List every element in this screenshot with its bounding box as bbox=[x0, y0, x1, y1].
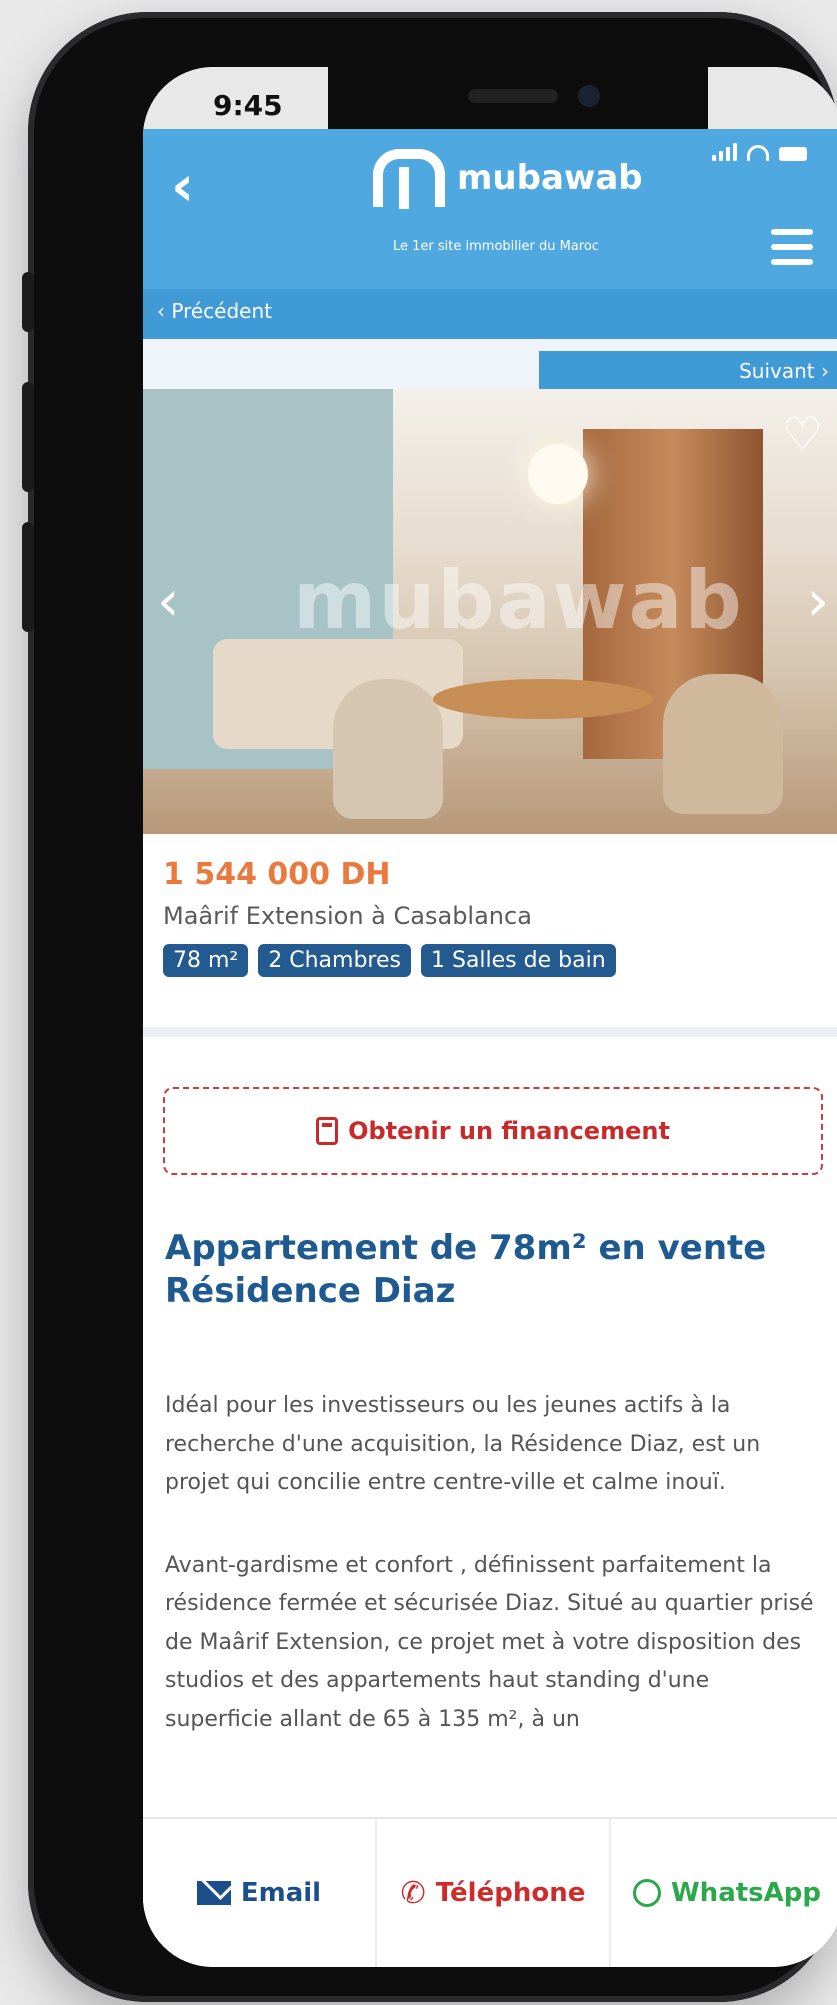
description-paragraph: Avant-gardisme et confort , définissent … bbox=[165, 1552, 814, 1732]
photo-chair-left bbox=[333, 679, 443, 819]
photo-next-arrow-icon[interactable]: › bbox=[807, 569, 829, 634]
chevron-left-icon: ‹ bbox=[157, 299, 172, 323]
logo-text: mubawab bbox=[457, 158, 643, 198]
email-label: Email bbox=[240, 1878, 322, 1908]
battery-icon bbox=[779, 147, 807, 161]
photo-watermark: mubawab bbox=[293, 554, 744, 647]
listing-location: Maârif Extension à Casablanca bbox=[163, 902, 532, 930]
listing-price: 1 544 000 DH bbox=[163, 857, 391, 892]
phone-frame: 9:45 ‹ mubawab Le 1er site immobilier du… bbox=[22, 12, 837, 2002]
tag-bathrooms: 1 Salles de bain bbox=[420, 944, 616, 977]
envelope-icon bbox=[196, 1881, 231, 1905]
favorite-heart-icon[interactable]: ♡ bbox=[782, 407, 823, 461]
whatsapp-icon bbox=[633, 1879, 661, 1907]
phone-screen: 9:45 ‹ mubawab Le 1er site immobilier du… bbox=[143, 67, 837, 1967]
app-header: ‹ mubawab Le 1er site immobilier du Maro… bbox=[143, 129, 837, 289]
photo-chair-right bbox=[663, 674, 783, 814]
description-paragraph: Idéal pour les investisseurs ou les jeun… bbox=[165, 1393, 761, 1495]
phone-icon: ✆ bbox=[400, 1875, 426, 1911]
previous-link[interactable]: ‹ Précédent bbox=[143, 289, 837, 339]
speaker bbox=[468, 89, 558, 103]
listing-info: 1 544 000 DH Maârif Extension à Casablan… bbox=[143, 857, 837, 977]
whatsapp-button[interactable]: WhatsApp bbox=[611, 1819, 837, 1967]
volume-up-button bbox=[22, 382, 34, 492]
financing-button[interactable]: Obtenir un financement bbox=[163, 1087, 823, 1175]
status-icons bbox=[712, 143, 807, 161]
phone-button[interactable]: ✆ Téléphone bbox=[377, 1819, 611, 1967]
calculator-icon bbox=[316, 1117, 339, 1145]
financing-label: Obtenir un financement bbox=[348, 1117, 670, 1145]
chevron-right-icon: › bbox=[814, 359, 829, 383]
next-bar: Suivant › bbox=[143, 339, 837, 395]
tag-bedrooms: 2 Chambres bbox=[258, 944, 411, 977]
next-label: Suivant bbox=[739, 359, 815, 383]
tagline: Le 1er site immobilier du Maroc bbox=[393, 239, 599, 254]
phone-label: Téléphone bbox=[435, 1878, 586, 1908]
logo-mark-icon bbox=[373, 149, 445, 209]
listing-tags: 78 m² 2 Chambres 1 Salles de bain bbox=[163, 944, 823, 977]
whatsapp-label: WhatsApp bbox=[671, 1878, 821, 1908]
back-arrow-icon[interactable]: ‹ bbox=[171, 159, 194, 215]
mubawab-logo[interactable]: mubawab bbox=[373, 149, 643, 209]
listing-title: Appartement de 78m² en vente Résidence D… bbox=[165, 1228, 767, 1311]
email-button[interactable]: Email bbox=[143, 1819, 377, 1967]
volume-down-button bbox=[22, 522, 34, 632]
signal-icon bbox=[712, 143, 737, 161]
status-time: 9:45 bbox=[213, 89, 283, 122]
section-divider bbox=[143, 1027, 837, 1037]
wifi-icon bbox=[747, 145, 769, 161]
previous-label: Précédent bbox=[171, 299, 272, 323]
contact-bar: Email ✆ Téléphone WhatsApp bbox=[143, 1817, 837, 1967]
listing-photo[interactable]: mubawab ‹ › ♡ bbox=[143, 389, 837, 834]
silent-switch bbox=[22, 272, 34, 332]
photo-prev-arrow-icon[interactable]: ‹ bbox=[157, 569, 179, 634]
listing-description: Idéal pour les investisseurs ou les jeun… bbox=[165, 1387, 815, 1783]
tag-surface: 78 m² bbox=[163, 944, 249, 977]
camera bbox=[578, 85, 600, 107]
hamburger-menu-icon[interactable] bbox=[771, 229, 813, 274]
photo-lamp bbox=[528, 444, 588, 504]
photo-table bbox=[433, 679, 653, 719]
